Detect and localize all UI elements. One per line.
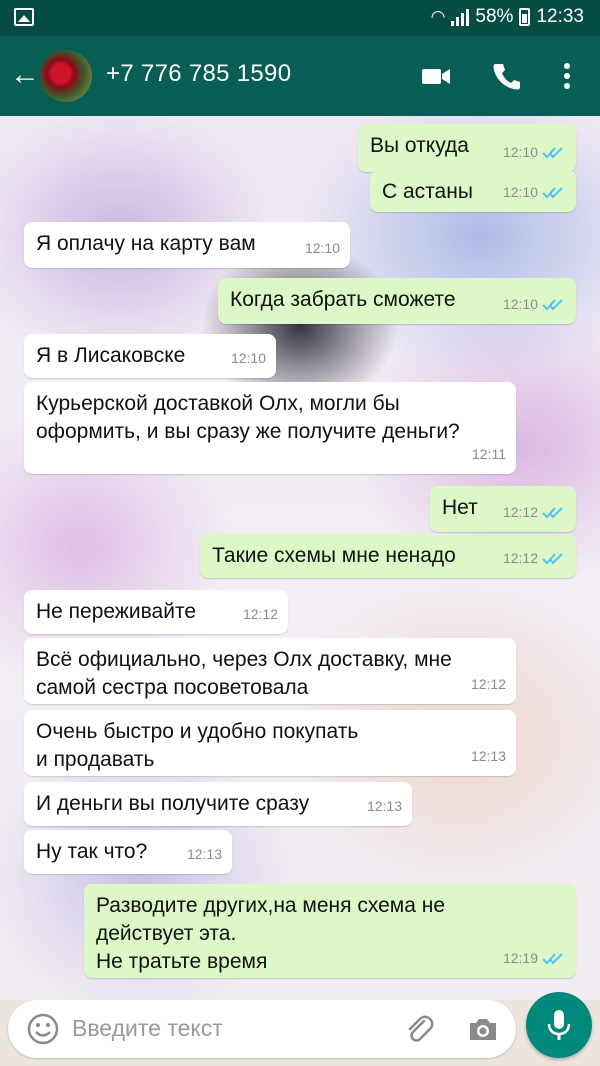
voice-message-button[interactable] <box>526 992 592 1058</box>
compose-bar: Введите текст <box>0 992 600 1066</box>
message-time: 12:12 <box>502 504 538 520</box>
message-text: Я в Лисаковске <box>36 344 186 367</box>
message-incoming[interactable]: Я в Лисаковске 12:10 <box>24 334 276 378</box>
message-input[interactable]: Введите текст <box>72 1015 223 1042</box>
clock: 12:33 <box>536 6 584 27</box>
message-time: 12:10 <box>502 296 538 312</box>
message-text: Вы откуда <box>370 134 469 157</box>
message-incoming[interactable]: Не переживайте 12:12 <box>24 590 288 634</box>
message-meta: 12:13 <box>187 840 222 868</box>
read-ticks-icon <box>542 507 563 519</box>
message-incoming[interactable]: Ну так что? 12:13 <box>24 830 232 874</box>
read-ticks-icon <box>542 953 563 965</box>
message-outgoing[interactable]: Когда забрать сможете 12:10 <box>218 278 576 324</box>
battery-icon <box>519 8 531 26</box>
message-meta: 12:10 <box>503 178 566 206</box>
signal-icon <box>451 8 470 26</box>
message-meta: 12:12 <box>503 498 566 526</box>
message-incoming[interactable]: Всё официально, через Олх доставку, мне … <box>24 638 516 704</box>
message-incoming[interactable]: Курьерской доставкой Олх, могли бы оформ… <box>24 382 516 474</box>
attach-icon[interactable] <box>402 1012 436 1046</box>
message-outgoing[interactable]: С астаны 12:10 <box>370 170 576 212</box>
message-meta: 12:10 <box>305 234 340 262</box>
message-time: 12:12 <box>470 676 506 692</box>
back-arrow-icon[interactable]: ← <box>10 60 40 90</box>
message-meta: 12:13 <box>471 742 506 770</box>
microphone-icon <box>547 1010 571 1040</box>
status-bar: ◠ 58% 12:33 <box>0 0 600 36</box>
message-text: Всё официально, через Олх доставку, мне … <box>36 648 452 699</box>
message-incoming[interactable]: Я оплачу на карту вам 12:10 <box>24 222 350 268</box>
message-time: 12:10 <box>502 184 538 200</box>
message-outgoing[interactable]: Разводите других,на меня схема не действ… <box>84 884 576 978</box>
message-text: Я оплачу на карту вам <box>36 232 256 255</box>
message-time: 12:11 <box>472 446 506 462</box>
message-time: 12:13 <box>186 846 222 862</box>
chat-area[interactable]: Вы откуда 12:10 С астаны 12:10 Я оплачу … <box>0 116 600 1000</box>
message-time: 12:10 <box>304 240 340 256</box>
message-time: 12:10 <box>502 144 538 160</box>
message-text: Когда забрать сможете <box>230 288 456 311</box>
avatar[interactable] <box>40 50 92 102</box>
gallery-notification-icon <box>14 8 34 26</box>
message-time: 12:13 <box>366 798 402 814</box>
message-time: 12:19 <box>502 950 538 966</box>
message-text: И деньги вы получите сразу <box>36 792 310 815</box>
message-meta: 12:19 <box>503 944 566 972</box>
message-meta: 12:11 <box>472 440 506 468</box>
battery-percent: 58% <box>475 6 514 27</box>
message-text: Такие схемы мне ненадо <box>212 544 456 567</box>
message-meta: 12:10 <box>503 138 566 166</box>
message-meta: 12:10 <box>231 344 266 372</box>
message-time: 12:10 <box>230 350 266 366</box>
message-time: 12:12 <box>242 606 278 622</box>
message-meta: 12:13 <box>367 792 402 820</box>
message-text: Ну так что? <box>36 840 148 863</box>
read-ticks-icon <box>542 187 563 199</box>
status-indicators: ◠ 58% 12:33 <box>431 6 584 28</box>
phone-icon[interactable] <box>490 60 522 92</box>
message-text: Не переживайте <box>36 600 197 623</box>
video-call-icon[interactable] <box>420 60 452 92</box>
wifi-icon: ◠ <box>430 7 446 26</box>
emoji-icon[interactable] <box>26 1012 60 1046</box>
message-meta: 12:10 <box>503 290 566 318</box>
contact-name[interactable]: +7 776 785 1590 <box>106 60 291 88</box>
message-input-container[interactable]: Введите текст <box>8 1000 516 1058</box>
message-text: Курьерской доставкой Олх, могли бы оформ… <box>36 392 460 443</box>
message-incoming[interactable]: И деньги вы получите сразу 12:13 <box>24 782 412 826</box>
read-ticks-icon <box>542 299 563 311</box>
chat-header: ← +7 776 785 1590 <box>0 36 600 116</box>
message-text: Разводите других,на меня схема не действ… <box>96 894 446 973</box>
message-text: С астаны <box>382 180 473 203</box>
message-outgoing[interactable]: Нет 12:12 <box>430 486 576 532</box>
message-time: 12:13 <box>470 748 506 764</box>
read-ticks-icon <box>542 553 563 565</box>
more-options-icon[interactable] <box>560 60 574 92</box>
message-meta: 12:12 <box>243 600 278 628</box>
camera-icon[interactable] <box>466 1012 500 1046</box>
message-text: Нет <box>442 496 478 519</box>
message-meta: 12:12 <box>503 544 566 572</box>
read-ticks-icon <box>542 147 563 159</box>
message-meta: 12:12 <box>471 670 506 698</box>
message-outgoing[interactable]: Такие схемы мне ненадо 12:12 <box>200 534 576 578</box>
message-time: 12:12 <box>502 550 538 566</box>
message-outgoing[interactable]: Вы откуда 12:10 <box>358 124 576 172</box>
message-text: Очень быстро и удобно покупать и продава… <box>36 720 359 771</box>
message-incoming[interactable]: Очень быстро и удобно покупать и продава… <box>24 710 516 776</box>
